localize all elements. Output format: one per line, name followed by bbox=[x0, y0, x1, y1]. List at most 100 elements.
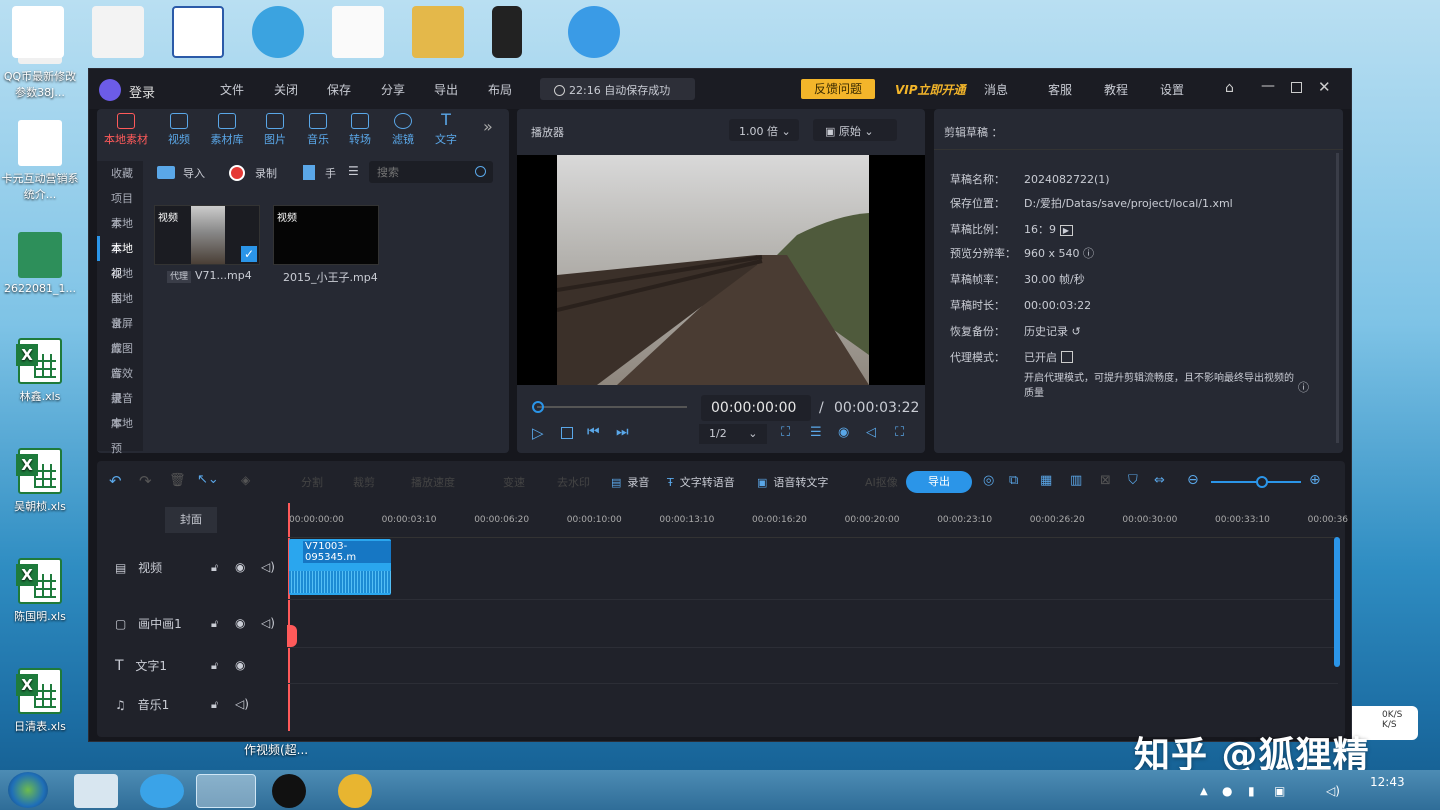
cover-button[interactable]: 封面 bbox=[165, 507, 217, 533]
fit-icon[interactable]: ⊠ bbox=[1100, 473, 1111, 488]
help-icon[interactable]: ⓘ bbox=[1083, 247, 1094, 260]
taskbar-app-icon[interactable] bbox=[74, 774, 118, 808]
feedback-button[interactable]: 反馈问题 bbox=[801, 79, 875, 99]
desktop-word-icon[interactable] bbox=[172, 6, 224, 58]
tab-library[interactable]: 素材库 bbox=[205, 113, 249, 147]
desktop-doc-icon[interactable] bbox=[92, 6, 144, 58]
lock-icon[interactable]: 🔓︎ bbox=[211, 617, 218, 631]
scrollbar[interactable] bbox=[1336, 153, 1339, 443]
remove-watermark-button[interactable]: 去水印 bbox=[557, 474, 590, 490]
nav-item[interactable]: 录屏库 bbox=[97, 311, 143, 355]
record-button[interactable]: 录制 bbox=[229, 165, 277, 181]
speed-select[interactable]: 1.00 倍 ⌄ bbox=[729, 119, 799, 141]
quality-select[interactable]: 1/2 ⌄ bbox=[699, 424, 767, 444]
timeline-clip[interactable]: V71003-095345.m bbox=[289, 539, 391, 595]
nav-item[interactable]: 截图库 bbox=[97, 336, 143, 380]
prev-frame-icon[interactable]: ⏮ bbox=[587, 424, 600, 440]
crop-button[interactable]: 裁剪 bbox=[353, 474, 375, 490]
progress-track[interactable] bbox=[537, 406, 687, 408]
tab-image[interactable]: 图片 bbox=[255, 113, 295, 147]
desktop-icon[interactable]: 卡元互动营销系统介... bbox=[0, 120, 80, 202]
eye-icon[interactable]: ◉ bbox=[235, 560, 245, 574]
redo-icon[interactable]: ↷ bbox=[139, 472, 152, 490]
desktop-folder-icon[interactable] bbox=[412, 6, 464, 58]
desktop-phone-icon[interactable] bbox=[492, 6, 522, 58]
hand-button[interactable]: 手 bbox=[303, 165, 336, 181]
tray-sound-icon[interactable]: ◁) bbox=[1326, 784, 1340, 798]
import-button[interactable]: 导入 bbox=[157, 165, 205, 181]
desktop-ie-icon[interactable] bbox=[568, 6, 620, 58]
undo-icon[interactable]: ↶ bbox=[109, 472, 122, 490]
subtitle-icon[interactable]: ☰ bbox=[810, 425, 822, 440]
export-button[interactable]: 导出 bbox=[906, 471, 972, 493]
nav-item[interactable]: 本地图 bbox=[97, 261, 143, 305]
menu-tutorial[interactable]: 教程 bbox=[1104, 81, 1128, 98]
columns-icon[interactable]: ▥ bbox=[1070, 473, 1082, 488]
tab-video[interactable]: 视频 bbox=[159, 113, 199, 147]
desktop-icon[interactable]: 吴朝桢.xls bbox=[0, 448, 80, 514]
fit-icon[interactable]: ⛶ bbox=[781, 425, 790, 440]
zoom-out-icon[interactable]: ⊖ bbox=[1187, 472, 1199, 488]
play-icon[interactable]: ▶ bbox=[1059, 225, 1073, 236]
current-time[interactable]: 00:00:00:00 bbox=[701, 395, 811, 421]
variable-speed-button[interactable]: 变速 bbox=[503, 474, 525, 490]
nav-item[interactable]: 项目素 bbox=[97, 186, 143, 230]
camera-icon[interactable]: ◉ bbox=[838, 425, 849, 440]
desktop-icon[interactable]: 日清表.xls bbox=[0, 668, 80, 734]
volume-icon[interactable]: ◁) bbox=[261, 560, 275, 574]
menu-message[interactable]: 消息 bbox=[984, 81, 1008, 98]
home-icon[interactable]: ⌂ bbox=[1225, 80, 1234, 96]
volume-icon[interactable]: ◁ bbox=[866, 425, 876, 440]
nav-item[interactable]: 音效提 bbox=[97, 361, 143, 405]
avatar[interactable] bbox=[99, 79, 121, 101]
taskbar-bird-icon[interactable] bbox=[140, 774, 184, 808]
lock-icon[interactable]: 🔓︎ bbox=[211, 659, 218, 673]
desktop-doc-icon[interactable] bbox=[12, 6, 64, 58]
toggle-icon[interactable] bbox=[1060, 351, 1073, 363]
tab-transition[interactable]: 转场 bbox=[340, 113, 380, 147]
eye-icon[interactable]: ◉ bbox=[235, 658, 245, 672]
nav-item[interactable]: 收藏 bbox=[97, 161, 143, 186]
clip-card[interactable]: 视频 bbox=[273, 205, 379, 265]
delete-icon[interactable]: 🗑 bbox=[169, 473, 186, 488]
checkbox-checked-icon[interactable]: ✓ bbox=[241, 246, 257, 262]
timeline-scrollbar[interactable] bbox=[1334, 537, 1340, 667]
history-icon[interactable]: ↺ bbox=[1072, 325, 1081, 338]
volume-icon[interactable]: ◁) bbox=[261, 616, 275, 630]
tray-qq-icon[interactable]: ● bbox=[1222, 784, 1232, 798]
next-frame-icon[interactable]: ⏭ bbox=[616, 424, 629, 440]
sort-icon[interactable]: ☰ bbox=[348, 164, 359, 178]
lock-icon[interactable]: 🔓︎ bbox=[211, 561, 218, 575]
nav-item[interactable]: 本地素 bbox=[97, 211, 143, 255]
nav-item[interactable]: 录音库 bbox=[97, 386, 143, 430]
cursor-icon[interactable]: ↖⌄ bbox=[197, 472, 219, 487]
magnet-icon[interactable]: ◈ bbox=[241, 473, 250, 487]
tray-arrow-icon[interactable]: ▲ bbox=[1200, 786, 1208, 797]
menu-close[interactable]: 关闭 bbox=[274, 81, 298, 98]
stop-icon[interactable] bbox=[561, 427, 573, 439]
maximize-icon[interactable] bbox=[1291, 82, 1302, 93]
tab-music[interactable]: 音乐 bbox=[298, 113, 338, 147]
volume-icon[interactable]: ◁) bbox=[235, 697, 249, 711]
snap-icon[interactable]: ⧉ bbox=[1009, 473, 1018, 488]
expand-icon[interactable]: ⇔ bbox=[1154, 473, 1165, 488]
record-audio-button[interactable]: ▤ 录音 bbox=[611, 474, 649, 490]
minimize-icon[interactable]: — bbox=[1261, 78, 1275, 94]
desktop-icon[interactable]: 2622081_1... bbox=[0, 232, 80, 295]
desktop-doc-icon[interactable] bbox=[332, 6, 384, 58]
close-icon[interactable]: ✕ bbox=[1318, 78, 1331, 96]
menu-layout[interactable]: 布局 bbox=[488, 81, 512, 98]
tab-text[interactable]: T 文字 bbox=[426, 112, 466, 147]
clip-card[interactable]: 视频 ✓ bbox=[154, 205, 260, 265]
tts-button[interactable]: Ŧ 文字转语音 bbox=[667, 474, 735, 490]
tray-network-icon[interactable]: ▣ bbox=[1274, 784, 1285, 798]
start-button[interactable] bbox=[8, 772, 48, 808]
taskbar-ie-icon[interactable] bbox=[196, 774, 256, 808]
tab-filter[interactable]: 滤镜 bbox=[383, 113, 423, 147]
tab-local-media[interactable]: 本地素材 bbox=[103, 113, 149, 147]
speed-button[interactable]: 播放速度 bbox=[411, 474, 455, 490]
desktop-icon[interactable]: 林鑫.xls bbox=[0, 338, 80, 404]
more-tabs-icon[interactable]: » bbox=[483, 117, 493, 136]
palette-icon[interactable]: ◎ bbox=[983, 473, 994, 488]
zoom-slider-handle[interactable] bbox=[1256, 476, 1268, 488]
